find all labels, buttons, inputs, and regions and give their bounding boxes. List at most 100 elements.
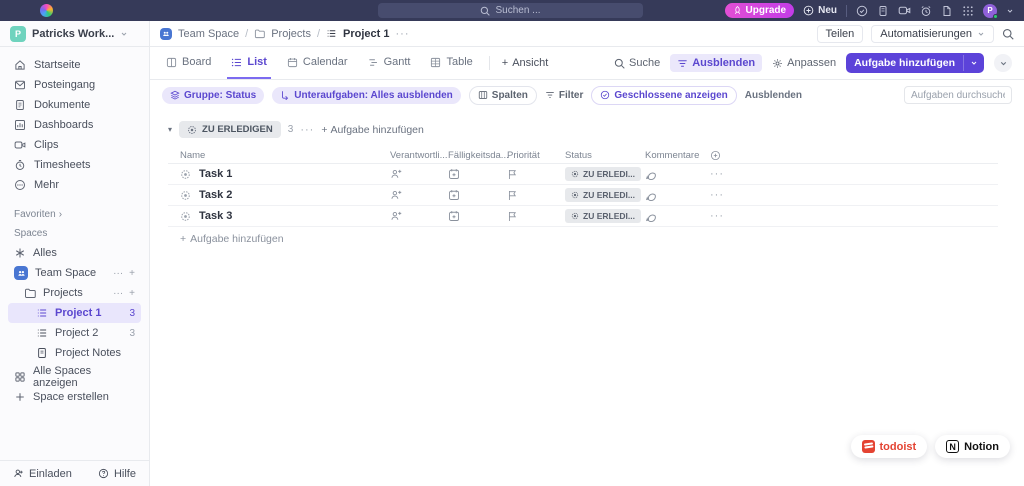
col-status[interactable]: Status [565,150,592,161]
clip-recorder-icon[interactable] [898,4,911,17]
upgrade-button[interactable]: Upgrade [725,3,795,18]
task-name[interactable]: Task 1 [199,168,232,180]
notion-badge[interactable]: N Notion [935,435,1010,458]
user-avatar[interactable]: P [983,4,997,18]
tab-gantt[interactable]: Gantt [364,47,415,79]
hide-link[interactable]: Ausblenden [745,90,802,101]
group-status-pill[interactable]: ZU ERLEDIGEN [179,121,281,138]
sidebar-item-mehr[interactable]: Mehr [8,175,141,195]
col-priority[interactable]: Priorität [507,150,540,161]
filter-button[interactable]: Filter [545,90,583,101]
comment-icon[interactable] [645,189,710,201]
sidebar-item-projects-folder[interactable]: Projects ··· + [8,283,141,303]
more-icon[interactable]: ··· [113,268,123,279]
task-name[interactable]: Task 2 [199,189,232,201]
new-button[interactable]: Neu [803,5,837,16]
breadcrumb-team[interactable]: Team Space [178,28,239,40]
assign-person-icon[interactable] [390,210,448,222]
sidebar-item-project-notes[interactable]: Project Notes [8,343,141,363]
task-more-icon[interactable]: ··· [710,210,724,222]
group-add-task-button[interactable]: + Aufgabe hinzufügen [321,124,424,136]
task-search-input[interactable] [904,86,1012,104]
task-more-icon[interactable]: ··· [710,189,724,201]
group-more-icon[interactable]: ··· [300,124,314,136]
add-task-inline-button[interactable]: + Aufgabe hinzufügen [180,233,1024,245]
header-search-icon[interactable] [1002,28,1014,40]
sidebar-item-project-1[interactable]: Project 1 3 [8,303,141,323]
sidebar-item-project-2[interactable]: Project 2 3 [8,323,141,343]
comment-icon[interactable] [645,210,710,222]
collapse-group-icon[interactable]: ▾ [168,125,172,134]
columns-pill[interactable]: Spalten [469,86,537,105]
task-status-icon[interactable] [180,190,191,201]
todoist-badge[interactable]: todoist [851,435,928,458]
priority-flag-icon[interactable] [507,211,565,222]
alarm-clock-icon[interactable] [920,5,932,17]
notepad-icon[interactable] [877,5,889,17]
assign-person-icon[interactable] [390,168,448,180]
due-date-icon[interactable] [448,168,507,180]
workspace-switcher[interactable]: P Patricks Work... [0,21,149,47]
sidebar-item-create-space[interactable]: Space erstellen [8,387,141,407]
show-closed-pill[interactable]: Geschlossene anzeigen [591,86,736,105]
sidebar-item-timesheets[interactable]: Timesheets [8,155,141,175]
subtasks-pill[interactable]: Unteraufgaben: Alles ausblenden [272,87,461,104]
due-date-icon[interactable] [448,210,507,222]
avatar-chevron-down-icon[interactable] [1006,7,1014,15]
priority-flag-icon[interactable] [507,190,565,201]
collapse-header-button[interactable] [994,54,1012,72]
assign-person-icon[interactable] [390,189,448,201]
apps-grid-icon[interactable] [962,5,974,17]
document-icon[interactable] [941,5,953,17]
more-icon[interactable]: ··· [113,288,123,299]
task-more-icon[interactable]: ··· [710,168,724,180]
add-column-icon[interactable] [710,150,750,161]
favorites-section[interactable]: Favoriten › [0,209,149,220]
add-view-button[interactable]: + Ansicht [502,57,549,69]
view-search-button[interactable]: Suche [614,57,660,69]
help-button[interactable]: Hilfe [98,468,136,480]
global-search-button[interactable]: Suchen ... [378,3,643,18]
col-duedate[interactable]: Fälligkeitsda... [448,150,509,161]
due-date-icon[interactable] [448,189,507,201]
timer-icon[interactable] [856,5,868,17]
task-status-pill[interactable]: ZU ERLEDI... [565,167,641,181]
task-status-pill[interactable]: ZU ERLEDI... [565,188,641,202]
sidebar-item-posteingang[interactable]: Posteingang [8,75,141,95]
breadcrumb-current[interactable]: Project 1 [343,28,389,40]
col-name[interactable]: Name [180,150,205,161]
sidebar-item-clips[interactable]: Clips [8,135,141,155]
sidebar-item-view-all-spaces[interactable]: Alle Spaces anzeigen [8,367,141,387]
task-status-icon[interactable] [180,169,191,180]
breadcrumb-more-icon[interactable]: ··· [396,28,410,40]
share-button[interactable]: Teilen [817,25,864,43]
group-by-pill[interactable]: Gruppe: Status [162,87,264,104]
col-comments[interactable]: Kommentare [645,150,699,161]
add-icon[interactable]: + [129,268,135,279]
tab-table[interactable]: Table [426,47,476,79]
sidebar-item-dokumente[interactable]: Dokumente [8,95,141,115]
tab-calendar[interactable]: Calendar [283,47,352,79]
add-task-dropdown[interactable] [963,55,984,71]
sidebar-item-startseite[interactable]: Startseite [8,55,141,75]
col-assignee[interactable]: Verantwortli... [390,150,448,161]
sidebar-item-team-space[interactable]: Team Space ··· + [8,263,141,283]
invite-button[interactable]: Einladen [13,468,72,480]
breadcrumb-folder[interactable]: Projects [271,28,311,40]
clickup-logo-icon[interactable] [40,4,53,17]
sidebar-item-dashboards[interactable]: Dashboards [8,115,141,135]
tab-list[interactable]: List [227,47,271,79]
priority-flag-icon[interactable] [507,169,565,180]
add-icon[interactable]: + [129,288,135,299]
hide-fields-button[interactable]: Ausblenden [670,54,762,72]
tab-board[interactable]: Board [162,47,215,79]
add-task-button[interactable]: Aufgabe hinzufügen [846,53,984,73]
customize-button[interactable]: Anpassen [772,57,836,69]
sidebar-item-alles[interactable]: Alles [8,243,141,263]
task-name[interactable]: Task 3 [199,210,232,222]
comment-icon[interactable] [645,168,710,180]
task-status-pill[interactable]: ZU ERLEDI... [565,209,641,223]
task-status-icon[interactable] [180,211,191,222]
task-row[interactable]: Task 1 ZU ERLEDI... ··· [168,164,998,185]
task-row[interactable]: Task 3 ZU ERLEDI... ··· [168,206,998,227]
